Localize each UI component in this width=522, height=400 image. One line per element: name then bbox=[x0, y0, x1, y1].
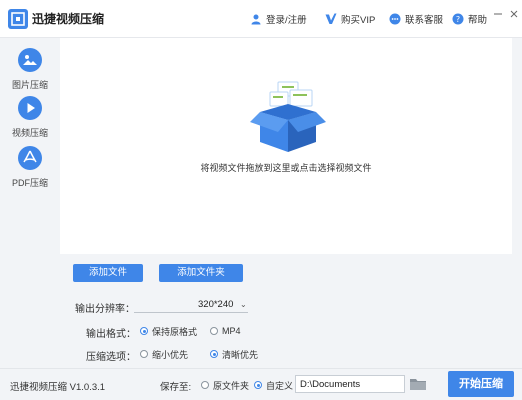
help-label: 帮助 bbox=[468, 15, 488, 26]
user-icon bbox=[251, 14, 261, 25]
help-icon: ? bbox=[452, 13, 464, 25]
close-icon bbox=[510, 10, 518, 18]
svg-text:?: ? bbox=[456, 15, 460, 24]
vip-label: 购买VIP bbox=[341, 15, 376, 26]
pdf-icon bbox=[18, 146, 42, 170]
chevron-down-icon: ⌄ bbox=[240, 300, 247, 309]
login-label: 登录/注册 bbox=[266, 15, 307, 26]
sidebar-item-image-compress[interactable]: 图片压缩 bbox=[0, 48, 60, 98]
sidebar-item-video-compress[interactable]: 视频压缩 bbox=[0, 96, 60, 146]
compress-smaller-radio[interactable]: 缩小优先 bbox=[140, 348, 188, 360]
radio-indicator bbox=[210, 327, 218, 335]
close-button[interactable] bbox=[508, 8, 520, 20]
sidebar-item-label: 视频压缩 bbox=[11, 128, 48, 138]
play-icon bbox=[18, 96, 42, 120]
radio-indicator bbox=[140, 327, 148, 335]
radio-indicator bbox=[254, 381, 262, 389]
save-original-folder-radio[interactable]: 原文件夹 bbox=[201, 379, 249, 391]
compress-clearer-radio[interactable]: 清晰优先 bbox=[210, 348, 258, 360]
version-text: 迅捷视频压缩 V1.0.3.1 bbox=[10, 382, 106, 393]
sidebar: 图片压缩 视频压缩 PDF压缩 bbox=[0, 38, 60, 368]
radio-label: 自定义 bbox=[266, 380, 294, 391]
save-custom-radio[interactable]: 自定义 bbox=[254, 379, 293, 391]
sidebar-item-label: PDF压缩 bbox=[11, 178, 48, 188]
radio-label: MP4 bbox=[222, 326, 241, 336]
support-label: 联系客服 bbox=[405, 15, 444, 26]
add-folder-button[interactable]: 添加文件夹 bbox=[159, 264, 243, 282]
sidebar-item-pdf-compress[interactable]: PDF压缩 bbox=[0, 146, 60, 196]
footer-bar: 迅捷视频压缩 V1.0.3.1 保存至: 原文件夹 自定义 开始压缩 bbox=[0, 368, 522, 400]
help-link[interactable]: ? 帮助 bbox=[452, 10, 487, 28]
radio-indicator bbox=[210, 350, 218, 358]
resolution-select[interactable]: 320*240 ⌄ bbox=[134, 299, 248, 313]
minimize-icon bbox=[494, 13, 502, 15]
add-file-button[interactable]: 添加文件 bbox=[73, 264, 143, 282]
format-label: 输出格式： bbox=[86, 329, 136, 340]
title-bar: 迅捷视频压缩 登录/注册 购买VIP 联系客服 ? 帮助 bbox=[0, 0, 522, 38]
vip-link[interactable]: 购买VIP bbox=[325, 10, 375, 28]
minimize-button[interactable] bbox=[492, 8, 504, 20]
radio-indicator bbox=[201, 381, 209, 389]
drop-zone[interactable]: 将视频文件拖放到这里或点击选择视频文件 bbox=[60, 38, 512, 254]
radio-label: 缩小优先 bbox=[152, 349, 189, 360]
login-link[interactable]: 登录/注册 bbox=[250, 10, 307, 28]
format-mp4-radio[interactable]: MP4 bbox=[210, 325, 241, 337]
radio-label: 原文件夹 bbox=[213, 380, 250, 391]
app-logo-icon bbox=[8, 9, 28, 29]
compress-label: 压缩选项： bbox=[86, 352, 136, 363]
radio-indicator bbox=[140, 350, 148, 358]
resolution-label: 输出分辨率： bbox=[75, 304, 135, 315]
save-to-label: 保存至: bbox=[160, 382, 192, 393]
format-keep-original-radio[interactable]: 保持原格式 bbox=[140, 325, 197, 337]
app-title: 迅捷视频压缩 bbox=[32, 12, 105, 26]
start-compress-button[interactable]: 开始压缩 bbox=[448, 371, 514, 397]
support-link[interactable]: 联系客服 bbox=[389, 10, 443, 28]
save-path-input[interactable] bbox=[295, 375, 405, 393]
image-icon bbox=[18, 48, 42, 72]
drop-hint: 将视频文件拖放到这里或点击选择视频文件 bbox=[200, 163, 372, 173]
radio-label: 保持原格式 bbox=[152, 326, 198, 337]
resolution-value: 320*240 bbox=[198, 299, 234, 310]
file-box-icon bbox=[250, 81, 326, 152]
chat-icon bbox=[389, 13, 401, 25]
folder-icon[interactable] bbox=[409, 376, 427, 392]
vip-icon bbox=[325, 13, 337, 24]
sidebar-item-label: 图片压缩 bbox=[11, 80, 48, 90]
radio-label: 清晰优先 bbox=[222, 349, 259, 360]
